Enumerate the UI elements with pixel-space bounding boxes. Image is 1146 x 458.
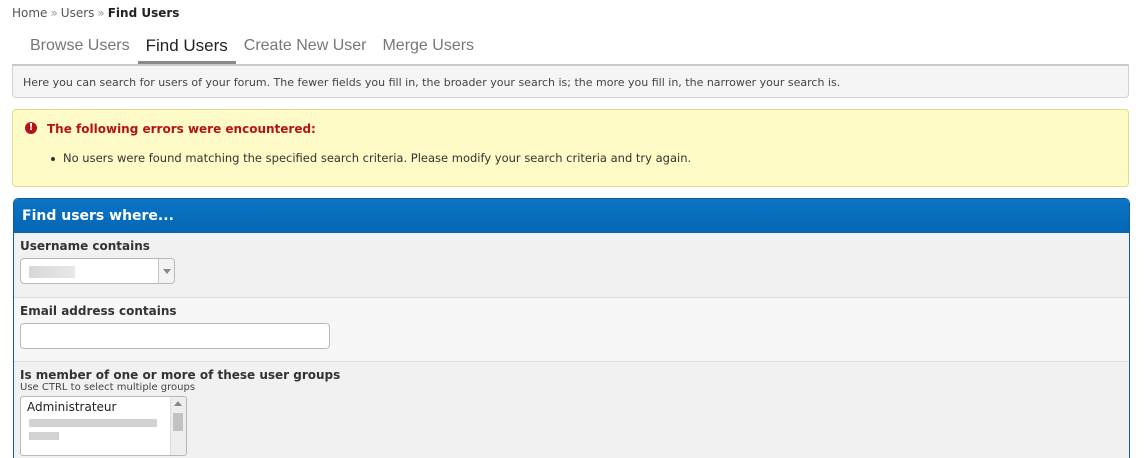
tab-browse-users[interactable]: Browse Users	[22, 36, 138, 64]
scroll-up-icon[interactable]	[174, 401, 182, 406]
tab-bar: Browse Users Find Users Create New User …	[22, 36, 482, 64]
username-label: Username contains	[20, 239, 150, 253]
email-field[interactable]	[20, 323, 330, 349]
email-row: Email address contains	[14, 298, 1129, 362]
group-option[interactable]: Administrateur	[21, 397, 186, 414]
breadcrumb: Home» Users» Find Users	[12, 6, 179, 20]
error-title: The following errors were encountered:	[47, 122, 316, 136]
breadcrumb-users[interactable]: Users	[61, 6, 95, 20]
groups-row: Is member of one or more of these user g…	[14, 362, 1129, 458]
tab-find-users[interactable]: Find Users	[137, 36, 236, 64]
breadcrumb-home[interactable]: Home	[12, 6, 47, 20]
groups-hint: Use CTRL to select multiple groups	[20, 382, 196, 393]
username-select[interactable]	[20, 258, 175, 284]
group-option-redacted[interactable]	[29, 432, 59, 440]
page-description: Here you can search for users of your fo…	[12, 64, 1129, 98]
breadcrumb-separator: »	[50, 6, 58, 20]
tab-create-new-user[interactable]: Create New User	[236, 36, 375, 64]
error-message: No users were found matching the specifi…	[49, 151, 691, 165]
listbox-scrollbar[interactable]	[170, 397, 186, 455]
error-box: ! The following errors were encountered:…	[12, 109, 1129, 187]
tab-merge-users[interactable]: Merge Users	[374, 36, 482, 64]
breadcrumb-separator: »	[97, 6, 105, 20]
error-list: No users were found matching the specifi…	[49, 151, 691, 165]
breadcrumb-current: Find Users	[107, 6, 180, 20]
email-label: Email address contains	[20, 304, 177, 318]
group-option-redacted[interactable]	[29, 419, 157, 427]
groups-label: Is member of one or more of these user g…	[20, 368, 341, 382]
username-select-value	[29, 266, 75, 278]
find-users-form: Find users where... Username contains Em…	[13, 198, 1130, 458]
scrollbar-thumb[interactable]	[173, 413, 183, 431]
chevron-down-icon[interactable]	[158, 259, 174, 283]
username-row: Username contains	[14, 233, 1129, 298]
groups-multiselect[interactable]: Administrateur	[20, 396, 187, 456]
form-header: Find users where...	[14, 199, 1129, 233]
exclamation-icon: !	[25, 122, 37, 134]
